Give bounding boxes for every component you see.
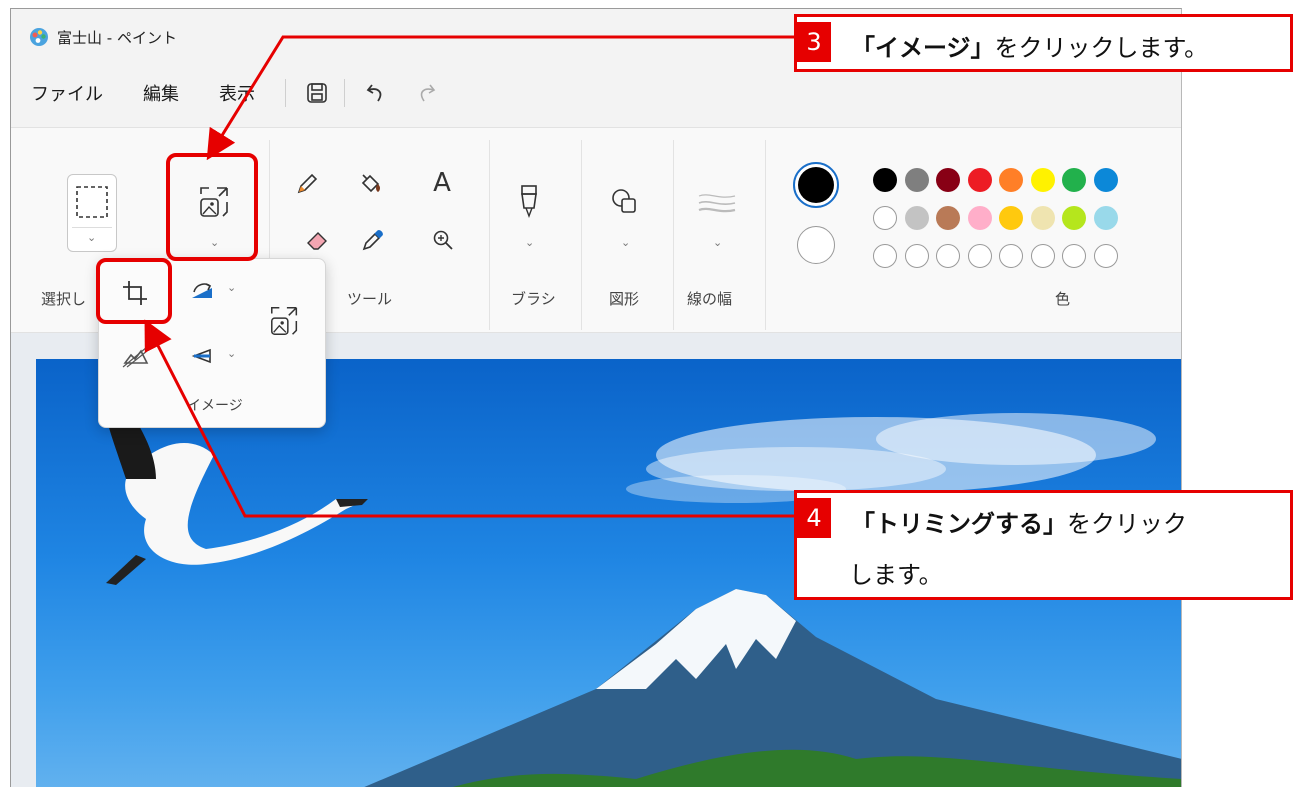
chevron-down-icon[interactable]: ⌄ [525, 236, 534, 249]
color-swatch[interactable] [1030, 244, 1055, 268]
callout-text: をクリックします。 [994, 34, 1209, 62]
fill-bucket-icon[interactable] [355, 168, 387, 200]
text-icon[interactable]: A [425, 166, 459, 200]
eraser-icon[interactable] [301, 224, 333, 256]
color-swatch[interactable] [967, 244, 992, 268]
color-swatch[interactable] [1062, 244, 1086, 268]
redo-icon[interactable] [413, 80, 439, 106]
image-menu-label: イメージ [187, 398, 243, 414]
color-swatch[interactable] [873, 206, 897, 230]
color-swatch[interactable] [999, 168, 1023, 192]
line-width-icon[interactable] [697, 188, 737, 218]
chevron-down-icon[interactable]: ⌄ [227, 347, 236, 360]
color-swatch[interactable] [936, 168, 960, 192]
menu-file[interactable]: ファイル [31, 80, 103, 106]
chevron-down-icon[interactable]: ⌄ [227, 281, 236, 294]
line-width-group-label: 線の幅 [687, 290, 733, 308]
step-number: 4 [797, 498, 831, 538]
step-number: 3 [797, 22, 831, 62]
callout-emphasis: 「イメージ」 [851, 34, 995, 62]
window-title: 富士山 - ペイント [57, 28, 177, 47]
flip-icon[interactable] [185, 339, 219, 373]
menu-view[interactable]: 表示 [219, 80, 255, 106]
color-picker-icon[interactable] [357, 224, 389, 256]
tools-group-label: ツール [347, 290, 393, 308]
selection-button[interactable]: ⌄ [67, 174, 117, 252]
shapes-icon[interactable] [607, 184, 643, 220]
color-swatch[interactable] [1030, 206, 1055, 230]
rotate-icon[interactable] [185, 275, 219, 309]
selection-group-label: 選択し [41, 290, 87, 308]
menu-separator [285, 79, 286, 107]
color-swatch[interactable] [904, 168, 929, 192]
highlight-crop-button [96, 258, 172, 324]
color-swatch[interactable] [873, 168, 897, 192]
magnifier-icon[interactable] [427, 224, 459, 256]
color-swatch[interactable] [1030, 168, 1055, 192]
color-swatch[interactable] [999, 244, 1023, 268]
shapes-group-label: 図形 [609, 290, 640, 308]
chevron-down-icon[interactable]: ⌄ [621, 236, 630, 249]
color-swatch[interactable] [999, 206, 1023, 230]
color-swatch[interactable] [1062, 168, 1086, 192]
callout-step-3: 3 「イメージ」をクリックします。 [794, 14, 1293, 72]
chevron-down-icon[interactable]: ⌄ [87, 231, 96, 244]
callout-emphasis: 「トリミングする」 [851, 510, 1067, 538]
color-swatch[interactable] [904, 244, 929, 268]
color-swatch[interactable] [936, 244, 960, 268]
color-swatch[interactable] [904, 206, 929, 230]
pencil-icon[interactable] [291, 168, 323, 200]
callout-text-line2: します。 [849, 561, 943, 589]
remove-background-icon[interactable] [117, 339, 153, 375]
callout-step-4: 4 「トリミングする」をクリック します。 [794, 490, 1293, 600]
save-icon[interactable] [304, 80, 330, 106]
color-swatch[interactable] [967, 206, 992, 230]
menu-separator [344, 79, 345, 107]
secondary-color[interactable] [797, 226, 835, 264]
undo-icon[interactable] [363, 80, 389, 106]
brush-group-label: ブラシ [511, 290, 556, 308]
paint-app-icon [30, 28, 48, 46]
color-swatch[interactable] [1062, 206, 1086, 230]
menu-bar: ファイル 編集 表示 [11, 71, 1181, 115]
colors-group-label: 色 [1055, 290, 1071, 308]
callout-text: をクリック [1067, 510, 1187, 538]
color-swatch[interactable] [936, 206, 960, 230]
menu-edit[interactable]: 編集 [143, 80, 179, 106]
color-swatch[interactable] [1093, 206, 1118, 230]
color-swatch[interactable] [967, 168, 992, 192]
resize-icon[interactable] [265, 301, 305, 341]
selection-rect-icon [76, 186, 108, 218]
color-swatch[interactable] [873, 244, 897, 268]
primary-color[interactable] [793, 162, 839, 208]
chevron-down-icon: ⌄ [713, 236, 723, 249]
color-swatch[interactable] [1093, 168, 1118, 192]
highlight-image-button [166, 153, 258, 261]
brush-icon[interactable] [511, 180, 547, 222]
color-swatch[interactable] [1093, 244, 1118, 268]
